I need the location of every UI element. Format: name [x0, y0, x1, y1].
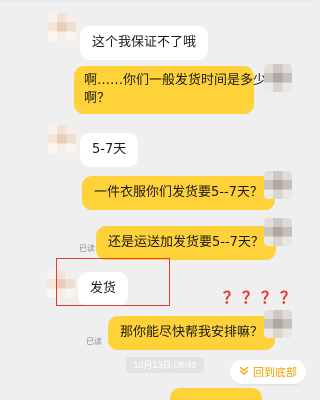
back-to-bottom-button[interactable]: 回到底部 — [230, 360, 306, 384]
back-to-bottom-label: 回到底部 — [253, 366, 297, 379]
message-bubble-outgoing: 啊……你们一般发货时间是多少 啊？ — [74, 66, 267, 114]
buyer-avatar[interactable] — [264, 218, 292, 246]
seller-avatar[interactable] — [48, 125, 76, 153]
top-divider — [0, 0, 311, 2]
buyer-avatar[interactable] — [264, 64, 292, 92]
question-marks-annotation: ？？？？ — [223, 288, 300, 307]
read-status: 已读 — [86, 337, 102, 346]
message-text: 那你能尽快帮我安排嘛？ — [120, 325, 264, 340]
message-text-line: 啊……你们一般发货时间是多少 — [84, 73, 267, 88]
message-bubble-outgoing: 还是运送加发货要5--7天？ — [96, 226, 276, 260]
message-bubble-incoming: 这个我保证不了哦 — [80, 26, 209, 60]
message-bubble-outgoing-partial — [170, 388, 262, 400]
chat-screen: 这个我保证不了哦 啊……你们一般发货时间是多少 啊？ 5-7天 一件衣服你们发货… — [0, 0, 311, 400]
message-text: 这个我保证不了哦 — [92, 35, 197, 50]
buyer-avatar[interactable] — [264, 171, 292, 199]
read-status: 已读 — [79, 244, 95, 253]
seller-avatar[interactable] — [48, 13, 76, 41]
message-text: 5-7天 — [92, 142, 127, 157]
message-text: 一件衣服你们发货要5--7天？ — [94, 185, 263, 200]
highlight-box — [56, 258, 170, 306]
buyer-avatar[interactable] — [264, 310, 292, 338]
message-text: 还是运送加发货要5--7天？ — [108, 235, 264, 250]
message-bubble-incoming: 5-7天 — [80, 133, 139, 167]
message-text-line: 啊？ — [84, 91, 111, 106]
message-bubble-outgoing: 一件衣服你们发货要5--7天？ — [82, 176, 275, 210]
chevron-double-down-icon — [239, 366, 249, 379]
timestamp: 10月13日 08:49 — [126, 357, 204, 373]
message-bubble-outgoing: 那你能尽快帮我安排嘛？ — [108, 316, 276, 350]
